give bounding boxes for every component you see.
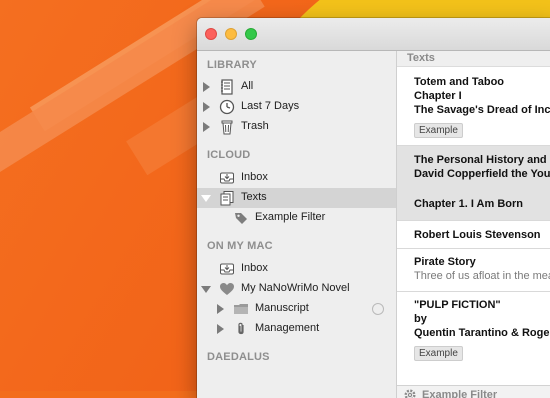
- filter-label: Example Filter: [422, 389, 497, 398]
- sheet-title-line: Chapter I: [414, 90, 462, 102]
- maximize-button[interactable]: [245, 28, 257, 40]
- disclosure-triangle-icon[interactable]: [217, 304, 224, 314]
- sidebar-item-label: All: [241, 80, 253, 92]
- clock-icon: [219, 99, 235, 115]
- sheet-title-line: The Savage's Dread of Incest: [414, 104, 550, 116]
- sheet-title-line: Robert Louis Stevenson: [414, 229, 541, 241]
- sync-progress-icon: [372, 303, 384, 315]
- folder-icon: [233, 301, 249, 317]
- sheet-title-line: David Copperfield the Younger: [414, 168, 550, 180]
- sheet-card[interactable]: Totem and Taboo Chapter I The Savage's D…: [397, 67, 550, 146]
- sheet-card[interactable]: Pirate Story Three of us afloat in the m…: [397, 249, 550, 292]
- sidebar-item-texts[interactable]: Texts: [197, 188, 396, 208]
- sidebar-item-last-7-days[interactable]: Last 7 Days: [197, 97, 396, 117]
- sidebar-item-label: My NaNoWriMo Novel: [241, 282, 350, 294]
- documents-icon: [219, 190, 235, 206]
- section-header-on-my-mac: ON MY MAC: [207, 240, 273, 252]
- disclosure-triangle-icon[interactable]: [217, 324, 224, 334]
- section-header-icloud: ICLOUD: [207, 149, 250, 161]
- sheet-tag[interactable]: Example: [414, 346, 463, 361]
- disclosure-triangle-icon[interactable]: [201, 195, 211, 202]
- sidebar: LIBRARY All Last 7 Days Trash ICLOUD: [197, 51, 397, 398]
- sidebar-item-label: Example Filter: [255, 211, 325, 223]
- sheet-tag[interactable]: Example: [414, 123, 463, 138]
- disclosure-triangle-icon[interactable]: [201, 286, 211, 293]
- sidebar-item-all[interactable]: All: [197, 77, 396, 97]
- heart-icon: [219, 281, 235, 297]
- sheet-card[interactable]: "PULP FICTION" by Quentin Tarantino & Ro…: [397, 292, 550, 384]
- list-header-title: Texts: [407, 52, 435, 64]
- section-header-library: LIBRARY: [207, 59, 257, 71]
- sidebar-item-label: Last 7 Days: [241, 100, 299, 112]
- sidebar-item-example-filter[interactable]: Example Filter: [197, 208, 396, 228]
- sidebar-item-trash[interactable]: Trash: [197, 117, 396, 137]
- disclosure-triangle-icon[interactable]: [203, 82, 210, 92]
- sheet-title-line: Pirate Story: [414, 256, 476, 268]
- inbox-icon: [219, 170, 235, 186]
- paperclip-icon: [233, 321, 249, 337]
- app-window: LIBRARY All Last 7 Days Trash ICLOUD: [197, 18, 550, 398]
- sheet-card[interactable]: Robert Louis Stevenson: [397, 221, 550, 249]
- sidebar-item-nanowrimo-novel[interactable]: My NaNoWriMo Novel: [197, 279, 396, 299]
- sheet-title-line: by: [414, 313, 427, 325]
- sidebar-item-label: Management: [255, 322, 319, 334]
- gear-icon[interactable]: [403, 388, 417, 398]
- sidebar-item-label: Inbox: [241, 171, 268, 183]
- sheet-card-selected[interactable]: The Personal History and Experience of D…: [397, 146, 550, 221]
- section-header-daedalus: DAEDALUS: [207, 351, 270, 363]
- notebook-icon: [219, 79, 235, 95]
- trash-icon: [219, 119, 235, 135]
- disclosure-triangle-icon[interactable]: [203, 102, 210, 112]
- sidebar-item-manuscript[interactable]: Manuscript: [197, 299, 396, 319]
- sidebar-item-label: Inbox: [241, 262, 268, 274]
- sidebar-item-label: Trash: [241, 120, 269, 132]
- sidebar-item-icloud-inbox[interactable]: Inbox: [197, 168, 396, 188]
- sheet-title-line: Chapter 1. I Am Born: [414, 198, 523, 210]
- sheet-excerpt: Three of us afloat in the meadow by the …: [414, 270, 550, 282]
- filter-bar[interactable]: Example Filter: [397, 385, 550, 398]
- sheet-title-line: "PULP FICTION": [414, 299, 501, 311]
- sheet-list: Texts Totem and Taboo Chapter I The Sava…: [397, 51, 550, 398]
- inbox-icon: [219, 261, 235, 277]
- sheet-title-line: The Personal History and Experience of: [414, 154, 550, 166]
- list-header: Texts: [397, 51, 550, 67]
- sidebar-item-management[interactable]: Management: [197, 319, 396, 339]
- sidebar-item-label: Manuscript: [255, 302, 309, 314]
- sheet-title-line: Totem and Taboo: [414, 76, 504, 88]
- tag-icon: [233, 210, 249, 226]
- title-bar: [197, 18, 550, 51]
- close-button[interactable]: [205, 28, 217, 40]
- sidebar-item-mac-inbox[interactable]: Inbox: [197, 259, 396, 279]
- disclosure-triangle-icon[interactable]: [203, 122, 210, 132]
- minimize-button[interactable]: [225, 28, 237, 40]
- sheet-title-line: Quentin Tarantino & Roger Avary: [414, 327, 550, 339]
- sidebar-item-label: Texts: [241, 191, 267, 203]
